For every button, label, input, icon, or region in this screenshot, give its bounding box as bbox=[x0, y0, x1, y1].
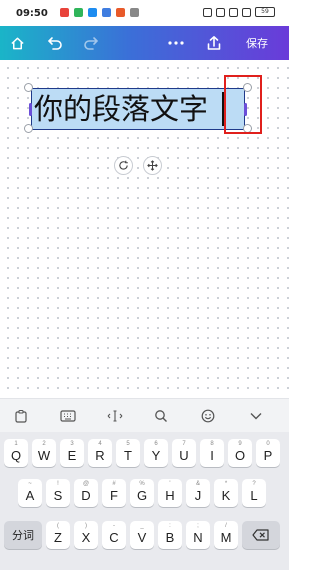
segment-key[interactable]: 分词 bbox=[4, 521, 42, 549]
resize-handle-top-left[interactable] bbox=[24, 83, 33, 92]
key-b[interactable]: :B bbox=[158, 521, 182, 549]
status-time: 09:50 bbox=[16, 8, 48, 19]
soft-keyboard: 1Q 2W 3E 4R 5T 6Y 7U 8I 9O 0P ~ A ! S @ D #… bbox=[0, 432, 289, 570]
key-c[interactable]: -C bbox=[102, 521, 126, 549]
system-icons: 59 bbox=[203, 7, 275, 17]
key-m[interactable]: / M bbox=[214, 521, 238, 549]
text-element-content[interactable]: 你的段落文字 bbox=[32, 89, 244, 129]
key-o[interactable]: 9O bbox=[228, 439, 252, 467]
battery-icon: 59 bbox=[255, 7, 275, 17]
key-h[interactable]: ' H bbox=[158, 479, 182, 507]
save-button[interactable]: 保存 bbox=[240, 26, 274, 60]
clipboard-icon[interactable] bbox=[12, 407, 30, 425]
search-icon[interactable] bbox=[152, 407, 170, 425]
undo-icon[interactable] bbox=[44, 26, 66, 60]
key-q[interactable]: 1Q bbox=[4, 439, 28, 467]
resize-handle-left[interactable] bbox=[29, 103, 32, 116]
more-dots-icon[interactable] bbox=[165, 26, 187, 60]
rotate-icon[interactable] bbox=[114, 156, 133, 175]
backspace-icon bbox=[252, 529, 269, 541]
key-a[interactable]: ~ A bbox=[18, 479, 42, 507]
keyboard-toolbar bbox=[0, 398, 289, 432]
notification-icons bbox=[60, 8, 139, 17]
home-icon[interactable] bbox=[6, 26, 28, 60]
selected-text-element[interactable]: 你的段落文字 bbox=[31, 88, 245, 130]
key-f[interactable]: # F bbox=[102, 479, 126, 507]
mute-icon bbox=[216, 7, 225, 17]
status-bar: 09:50 59 bbox=[0, 0, 289, 26]
resize-handle-bottom-left[interactable] bbox=[24, 124, 33, 133]
key-e[interactable]: 3E bbox=[60, 439, 84, 467]
key-s[interactable]: ! S bbox=[46, 479, 70, 507]
key-u[interactable]: 7U bbox=[172, 439, 196, 467]
key-t[interactable]: 5T bbox=[116, 439, 140, 467]
share-upload-icon[interactable] bbox=[203, 26, 225, 60]
notification-icon bbox=[130, 8, 139, 17]
move-icon[interactable] bbox=[143, 156, 162, 175]
cursor-icon[interactable] bbox=[106, 407, 124, 425]
key-w[interactable]: 2W bbox=[32, 439, 56, 467]
wifi-icon bbox=[242, 7, 251, 17]
key-d[interactable]: @ D bbox=[74, 479, 98, 507]
emoji-icon[interactable] bbox=[199, 407, 217, 425]
notification-icon bbox=[102, 8, 111, 17]
key-i[interactable]: 8I bbox=[200, 439, 224, 467]
highlight-annotation bbox=[224, 75, 262, 134]
notification-icon bbox=[116, 8, 125, 17]
redo-icon[interactable] bbox=[80, 26, 102, 60]
backspace-key[interactable] bbox=[242, 521, 280, 549]
notification-icon bbox=[88, 8, 97, 17]
key-l[interactable]: ? L bbox=[242, 479, 266, 507]
key-g[interactable]: % G bbox=[130, 479, 154, 507]
key-z[interactable]: (Z bbox=[46, 521, 70, 549]
notification-icon bbox=[60, 8, 69, 17]
notification-icon bbox=[74, 8, 83, 17]
key-n[interactable]: ; N bbox=[186, 521, 210, 549]
chevron-down-icon[interactable] bbox=[247, 407, 265, 425]
key-p[interactable]: 0P bbox=[256, 439, 280, 467]
nfc-icon bbox=[203, 7, 212, 17]
key-r[interactable]: 4R bbox=[88, 439, 112, 467]
key-j[interactable]: & J bbox=[186, 479, 210, 507]
key-x[interactable]: ) X bbox=[74, 521, 98, 549]
editor-toolbar: 保存 bbox=[0, 26, 289, 60]
keyboard-icon[interactable] bbox=[59, 407, 77, 425]
key-k[interactable]: * K bbox=[214, 479, 238, 507]
key-v[interactable]: _ V bbox=[130, 521, 154, 549]
signal-icon bbox=[229, 7, 238, 17]
key-y[interactable]: 6Y bbox=[144, 439, 168, 467]
